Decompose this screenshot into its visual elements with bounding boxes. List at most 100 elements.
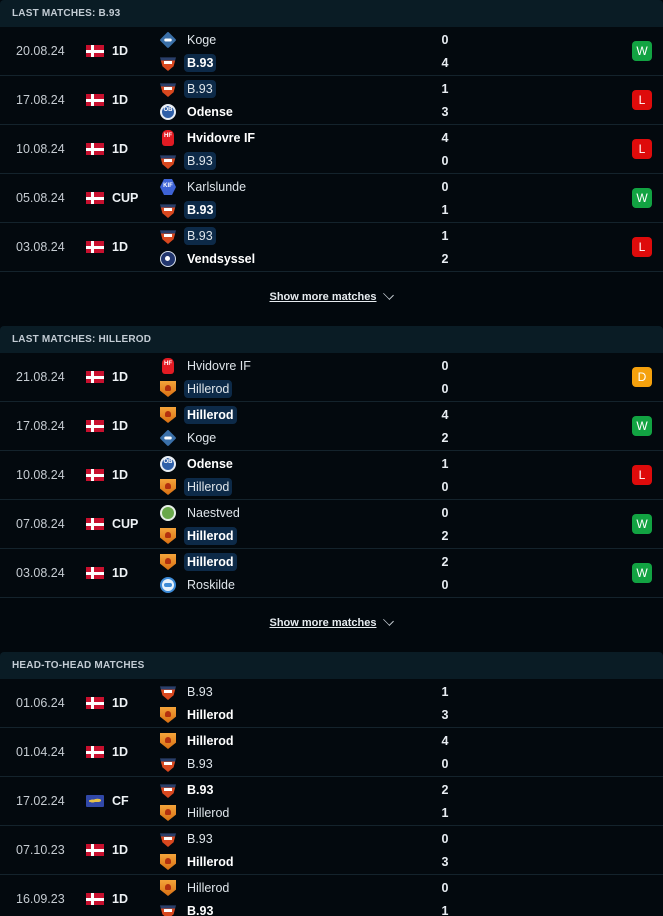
team-name: Roskilde: [187, 578, 235, 592]
away-team[interactable]: Hillerod: [160, 704, 237, 726]
away-score: 0: [441, 578, 449, 592]
home-team[interactable]: Odense: [160, 453, 236, 475]
result-badge: W: [632, 41, 652, 61]
away-team[interactable]: Roskilde: [160, 574, 238, 596]
home-score: 0: [441, 359, 449, 373]
team-name: B.93: [187, 685, 213, 699]
show-more-label: Show more matches: [269, 616, 377, 629]
away-score: 2: [441, 431, 449, 445]
home-team[interactable]: B.93: [160, 681, 216, 703]
away-team[interactable]: Hillerod: [160, 378, 233, 400]
hillerod-logo-icon: [160, 407, 176, 423]
home-team[interactable]: B.93: [160, 779, 216, 801]
away-team[interactable]: Hillerod: [160, 525, 237, 547]
home-team[interactable]: Hillerod: [160, 551, 237, 573]
match-row[interactable]: 10.08.24 1D Odense Hillerod 1 0 L: [0, 451, 663, 500]
match-row[interactable]: 01.04.24 1D Hillerod B.93 4 0: [0, 728, 663, 777]
hillerod-logo-icon: [160, 880, 176, 896]
home-team[interactable]: Hillerod: [160, 404, 237, 426]
b93-logo-icon: [160, 57, 176, 71]
away-team[interactable]: B.93: [160, 199, 217, 221]
home-score: 0: [441, 33, 449, 47]
away-score: 3: [441, 105, 449, 119]
match-row[interactable]: 16.09.23 1D Hillerod B.93 0 1: [0, 875, 663, 916]
match-row[interactable]: 03.08.24 1D Hillerod Roskilde 2 0 W: [0, 549, 663, 598]
b93-logo-icon: [160, 905, 176, 916]
denmark-flag-icon: [86, 143, 104, 155]
home-score: 2: [441, 783, 449, 797]
denmark-flag-icon: [86, 697, 104, 709]
away-score: 1: [441, 904, 449, 916]
hillerod-logo-icon: [160, 479, 176, 495]
team-name: Hillerod: [184, 553, 237, 571]
denmark-flag-icon: [86, 94, 104, 106]
match-row[interactable]: 07.08.24 CUP Naestved Hillerod 0 2 W: [0, 500, 663, 549]
competition-label: 1D: [112, 240, 128, 254]
hillerod-logo-icon: [160, 854, 176, 870]
away-score: 3: [441, 855, 449, 869]
team-name: Hillerod: [184, 380, 233, 398]
away-team[interactable]: Hillerod: [160, 851, 237, 873]
team-name: B.93: [187, 757, 213, 771]
away-team[interactable]: B.93: [160, 900, 216, 916]
hillerod-logo-icon: [160, 528, 176, 544]
denmark-flag-icon: [86, 567, 104, 579]
home-team[interactable]: Hvidovre IF: [160, 355, 254, 377]
naestved-logo-icon: [160, 505, 176, 521]
home-team[interactable]: Hvidovre IF: [160, 127, 258, 149]
show-more-container: Show more matches: [0, 598, 663, 647]
home-team[interactable]: B.93: [160, 225, 216, 247]
match-row[interactable]: 01.06.24 1D B.93 Hillerod 1 3: [0, 679, 663, 728]
karlslunde-logo-icon: [160, 179, 176, 195]
b93-logo-icon: [160, 784, 176, 798]
away-team[interactable]: B.93: [160, 753, 216, 775]
competition-label: 1D: [112, 370, 128, 384]
match-row[interactable]: 17.02.24 CF B.93 Hillerod 2 1: [0, 777, 663, 826]
match-list: 20.08.24 1D Koge B.93 0 4 W 17.08.24 1D …: [0, 27, 663, 272]
home-team[interactable]: Karlslunde: [160, 176, 249, 198]
match-row[interactable]: 07.10.23 1D B.93 Hillerod 0 3: [0, 826, 663, 875]
team-name: Naestved: [187, 506, 240, 520]
home-team[interactable]: Hillerod: [160, 730, 237, 752]
competition-label: CUP: [112, 191, 139, 205]
match-row[interactable]: 17.08.24 1D B.93 Odense 1 3 L: [0, 76, 663, 125]
away-team[interactable]: Odense: [160, 101, 236, 123]
away-team[interactable]: B.93: [160, 150, 216, 172]
section-title: HEAD-TO-HEAD MATCHES: [0, 652, 663, 679]
home-score: 0: [441, 180, 449, 194]
chevron-down-icon: [383, 614, 395, 626]
match-row[interactable]: 05.08.24 CUP Karlslunde B.93 0 1 W: [0, 174, 663, 223]
team-name: Hillerod: [187, 806, 230, 820]
team-name: Hillerod: [184, 406, 237, 424]
home-team[interactable]: Koge: [159, 29, 219, 51]
home-team[interactable]: B.93: [160, 78, 216, 100]
team-name: Hillerod: [187, 855, 234, 869]
home-team[interactable]: B.93: [160, 828, 216, 850]
away-team[interactable]: Hillerod: [160, 802, 232, 824]
away-team[interactable]: B.93: [160, 52, 217, 74]
away-team[interactable]: Koge: [159, 427, 219, 449]
show-more-matches-link[interactable]: Show more matches: [269, 614, 395, 629]
team-name: B.93: [187, 832, 213, 846]
hillerod-logo-icon: [160, 733, 176, 749]
match-section: LAST MATCHES: B.93 20.08.24 1D Koge B.93…: [0, 0, 663, 272]
team-name: B.93: [184, 54, 217, 72]
team-name: B.93: [184, 80, 216, 98]
hvidovre-logo-icon: [162, 130, 174, 146]
denmark-flag-icon: [86, 371, 104, 383]
home-team[interactable]: Naestved: [160, 502, 243, 524]
denmark-flag-icon: [86, 45, 104, 57]
match-date: 21.08.24: [16, 370, 65, 384]
match-row[interactable]: 21.08.24 1D Hvidovre IF Hillerod 0 0 D: [0, 353, 663, 402]
section-title: LAST MATCHES: B.93: [0, 0, 663, 27]
match-row[interactable]: 17.08.24 1D Hillerod Koge 4 2 W: [0, 402, 663, 451]
home-team[interactable]: Hillerod: [160, 877, 232, 899]
hvidovre-logo-icon: [162, 358, 174, 374]
away-team[interactable]: Vendsyssel: [160, 248, 258, 270]
match-row[interactable]: 03.08.24 1D B.93 Vendsyssel 1 2 L: [0, 223, 663, 272]
match-row[interactable]: 10.08.24 1D Hvidovre IF B.93 4 0 L: [0, 125, 663, 174]
show-more-matches-link[interactable]: Show more matches: [270, 288, 395, 303]
match-row[interactable]: 20.08.24 1D Koge B.93 0 4 W: [0, 27, 663, 76]
away-team[interactable]: Hillerod: [160, 476, 233, 498]
team-name: Hillerod: [187, 708, 234, 722]
